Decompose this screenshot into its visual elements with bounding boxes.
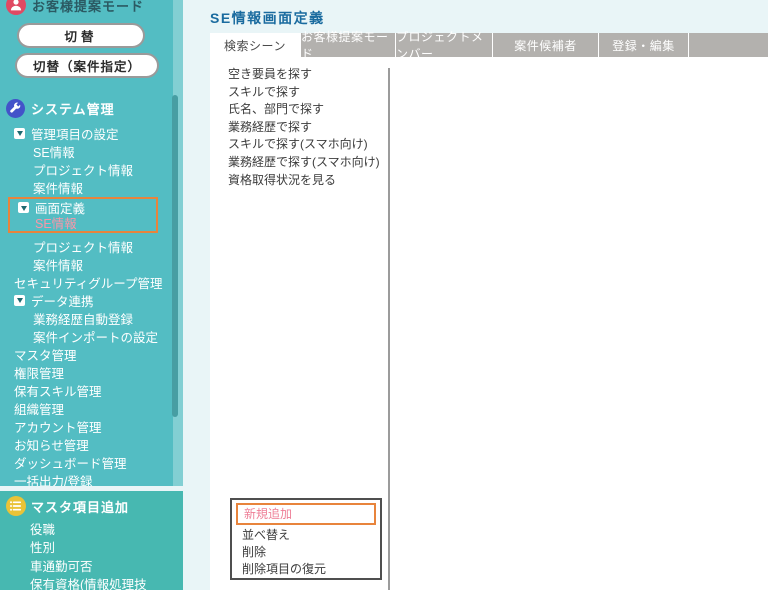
sidebar-item-project-info[interactable]: プロジェクト情報 <box>0 160 183 178</box>
sidebar-item-case-info-2[interactable]: 案件情報 <box>0 255 183 273</box>
sidebar-master-section: マスタ項目追加 役職 性別 車通勤可否 保有資格(情報処理技 <box>0 491 183 590</box>
sidebar-item-admin-field-settings[interactable]: 管理項目の設定 <box>0 124 183 142</box>
tab-bar: 検索シーン お客様提案モード プロジェクトメンバー 案件候補者 登録・編集 <box>210 33 768 57</box>
tab-project-member[interactable]: プロジェクトメンバー <box>395 33 492 57</box>
wrench-icon <box>6 99 25 118</box>
sidebar-item-security-group[interactable]: セキュリティグループ管理 <box>0 273 183 291</box>
menu-item-restore-deleted[interactable]: 削除項目の復元 <box>236 561 376 578</box>
sidebar-item-se-info[interactable]: SE情報 <box>0 142 183 160</box>
app-window: お客様提案モード 切替 切替（案件指定） システム管理 管理項目の設定 SE情報… <box>0 0 768 590</box>
sidebar-item-dashboard-admin[interactable]: ダッシュボード管理 <box>0 453 183 471</box>
sidebar-item-career-auto-register[interactable]: 業務経歴自動登録 <box>0 309 183 327</box>
scene-item-by-career[interactable]: 業務経歴で探す <box>228 119 380 137</box>
sidebar-item-case-info[interactable]: 案件情報 <box>0 178 183 196</box>
tab-case-candidate[interactable]: 案件候補者 <box>492 33 598 57</box>
sidebar-item-account-admin[interactable]: アカウント管理 <box>0 417 183 435</box>
collapse-icon[interactable] <box>14 128 25 139</box>
scene-item-certification-status[interactable]: 資格取得状況を見る <box>228 172 380 190</box>
tab-register-edit[interactable]: 登録・編集 <box>598 33 688 57</box>
scene-item-vacant-staff[interactable]: 空き要員を探す <box>228 66 380 84</box>
highlight-box: 画面定義 SE情報 <box>8 197 158 233</box>
system-admin-header: システム管理 <box>0 97 183 119</box>
sidebar-item-certifications[interactable]: 保有資格(情報処理技 <box>0 575 183 590</box>
proposal-mode-label: お客様提案モード <box>32 0 144 15</box>
sidebar-item-seibetsu[interactable]: 性別 <box>0 538 183 557</box>
list-icon <box>6 496 26 516</box>
sidebar-item-project-info-2[interactable]: プロジェクト情報 <box>0 237 183 255</box>
sidebar-item-bulk-output[interactable]: 一括出力/登録 <box>0 471 183 486</box>
collapse-icon[interactable] <box>14 295 25 306</box>
master-item-list: 役職 性別 車通勤可否 保有資格(情報処理技 <box>0 519 183 590</box>
sidebar-scrollbar-thumb[interactable] <box>172 95 178 417</box>
sidebar-item-organization-admin[interactable]: 組織管理 <box>0 399 183 417</box>
master-item-label: マスタ項目追加 <box>31 497 129 516</box>
menu-item-delete[interactable]: 削除 <box>236 544 376 561</box>
sidebar-item-yakushoku[interactable]: 役職 <box>0 519 183 538</box>
menu-item-sort[interactable]: 並べ替え <box>236 527 376 544</box>
sidebar-item-case-import-settings[interactable]: 案件インポートの設定 <box>0 327 183 345</box>
switch-case-button[interactable]: 切替（案件指定） <box>15 53 159 78</box>
sidebar-main-section: お客様提案モード 切替 切替（案件指定） システム管理 管理項目の設定 SE情報… <box>0 0 183 486</box>
sidebar-item-se-info-selected[interactable]: SE情報 <box>10 215 156 230</box>
master-item-header: マスタ項目追加 <box>0 491 183 517</box>
sidebar-item-car-commute[interactable]: 車通勤可否 <box>0 556 183 575</box>
person-icon <box>6 0 26 15</box>
scene-item-by-skill[interactable]: スキルで探す <box>228 84 380 102</box>
sidebar-item-screen-definition[interactable]: 画面定義 <box>10 200 156 215</box>
sidebar: お客様提案モード 切替 切替（案件指定） システム管理 管理項目の設定 SE情報… <box>0 0 183 590</box>
tab-search-scene[interactable]: 検索シーン <box>210 33 300 57</box>
system-admin-label: システム管理 <box>31 99 115 118</box>
proposal-mode-header: お客様提案モード <box>0 0 183 16</box>
scene-item-by-skill-mobile[interactable]: スキルで探す(スマホ向け) <box>228 136 380 154</box>
scene-item-by-name-dept[interactable]: 氏名、部門で探す <box>228 101 380 119</box>
highlight-box: 新規追加 <box>236 503 376 525</box>
main-area: SE情報画面定義 検索シーン お客様提案モード プロジェクトメンバー 案件候補者… <box>183 0 768 590</box>
sidebar-item-master-admin[interactable]: マスタ管理 <box>0 345 183 363</box>
action-menu: 新規追加 並べ替え 削除 削除項目の復元 <box>230 498 382 580</box>
sidebar-item-data-link[interactable]: データ連携 <box>0 291 183 309</box>
sidebar-item-notice-admin[interactable]: お知らせ管理 <box>0 435 183 453</box>
collapse-icon[interactable] <box>18 202 29 213</box>
sidebar-scrollbar-track[interactable] <box>173 0 183 486</box>
page-title: SE情報画面定義 <box>210 8 325 28</box>
sidebar-item-permission-admin[interactable]: 権限管理 <box>0 363 183 381</box>
tab-filler <box>688 33 768 57</box>
menu-item-new-add[interactable]: 新規追加 <box>238 505 374 523</box>
vertical-divider <box>388 68 390 590</box>
sidebar-nav: 管理項目の設定 SE情報 プロジェクト情報 案件情報 画面定義 SE情報 プロジ… <box>0 124 183 486</box>
sidebar-item-skill-admin[interactable]: 保有スキル管理 <box>0 381 183 399</box>
scene-item-by-career-mobile[interactable]: 業務経歴で探す(スマホ向け) <box>228 154 380 172</box>
content-panel: 空き要員を探す スキルで探す 氏名、部門で探す 業務経歴で探す スキルで探す(ス… <box>210 57 768 590</box>
search-scene-list: 空き要員を探す スキルで探す 氏名、部門で探す 業務経歴で探す スキルで探す(ス… <box>228 66 380 189</box>
switch-button[interactable]: 切替 <box>17 23 145 48</box>
tab-customer-proposal-mode[interactable]: お客様提案モード <box>300 33 395 57</box>
